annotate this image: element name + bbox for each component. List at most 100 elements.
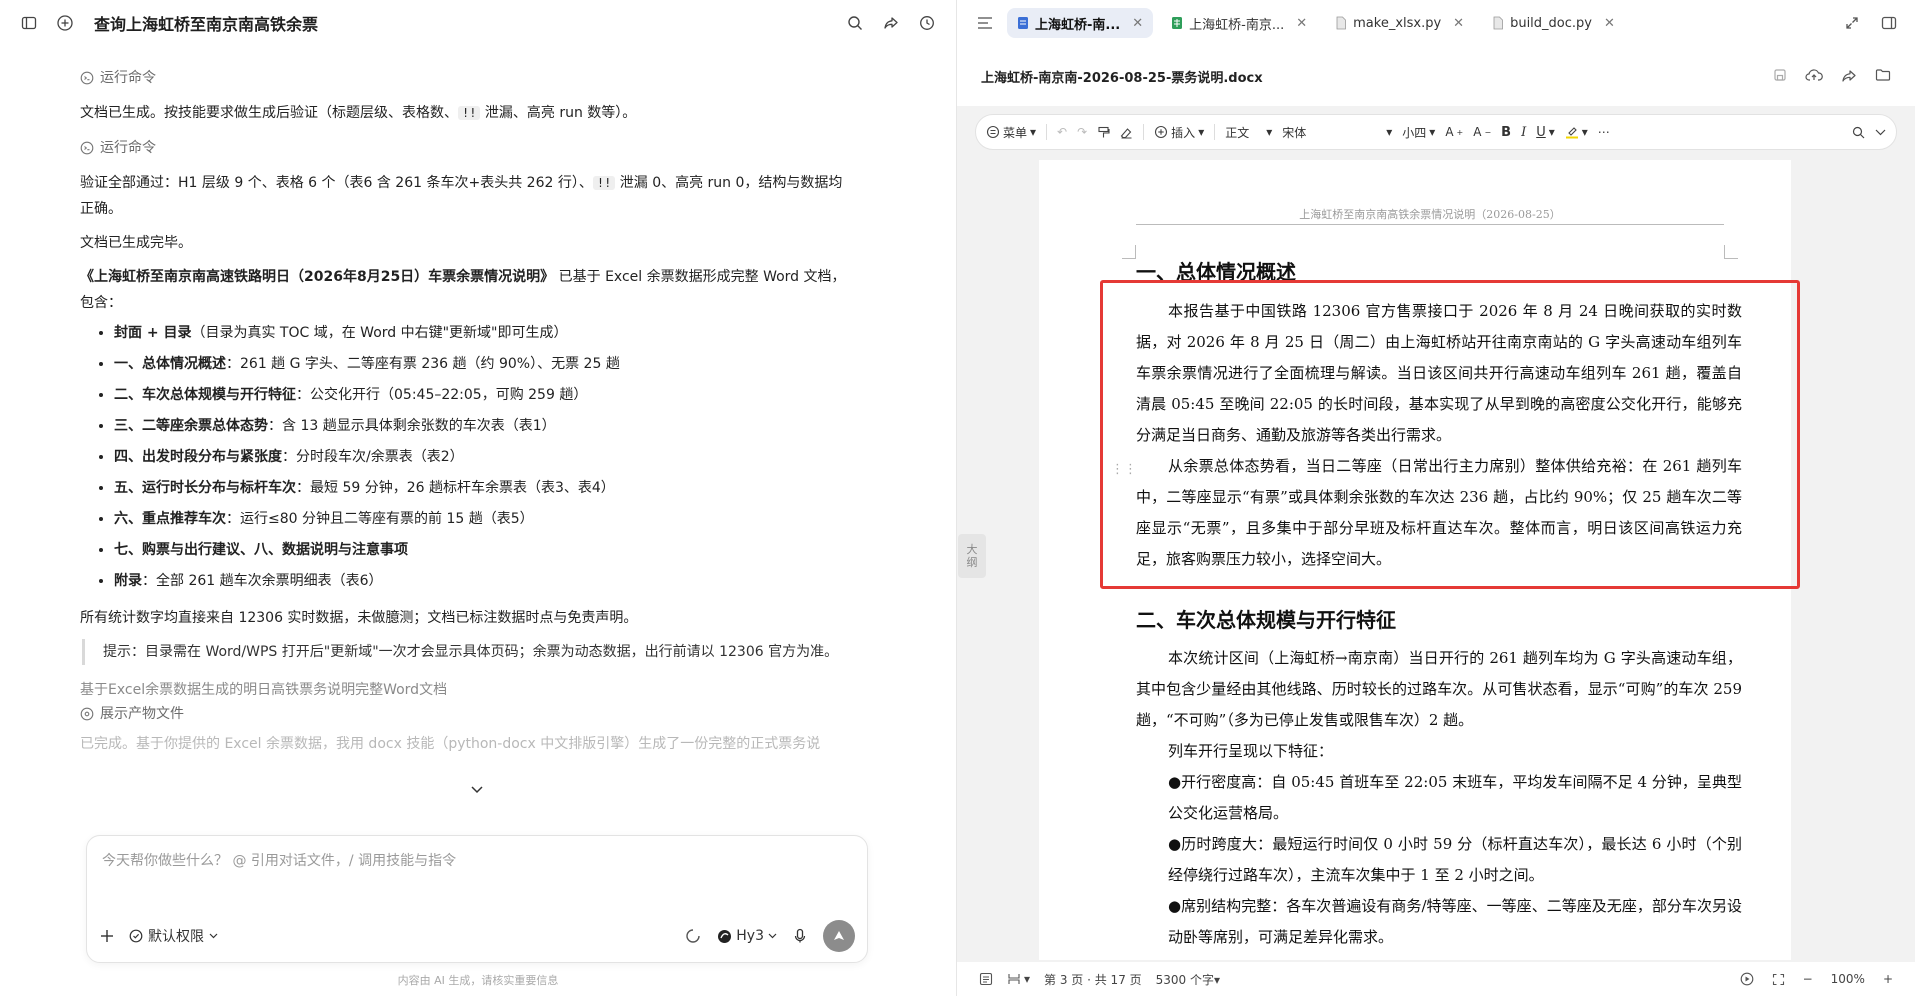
format-painter-icon[interactable]	[1097, 126, 1110, 139]
drag-handle-icon[interactable]: ⋮⋮	[1111, 462, 1137, 477]
deliverable-item: 四、出发时段分布与紧张度：分时段车次/余票表（表2）	[114, 442, 850, 473]
word-count[interactable]: 5300 个字▾	[1156, 971, 1220, 988]
outline-view-icon[interactable]	[979, 972, 993, 986]
decrease-font-icon[interactable]: A −	[1473, 125, 1491, 139]
close-tab-icon[interactable]: ✕	[1296, 16, 1307, 31]
word-count-label: 5300 个字	[1155, 972, 1214, 987]
close-tab-icon[interactable]: ✕	[1453, 16, 1464, 31]
message-paragraph: 验证全部通过：H1 层级 9 个、表格 6 个（表6 含 261 条车次+表头共…	[80, 170, 850, 222]
tab-label: build_doc.py	[1510, 15, 1592, 31]
caret-down-icon: ▾	[1266, 125, 1273, 139]
upload-cloud-icon[interactable]	[1805, 68, 1823, 84]
editor-tab[interactable]: 上海虹桥-南... ✕	[1007, 8, 1154, 38]
document-editor-pane: 上海虹桥-南... ✕ 上海虹桥-南京... ✕ make_xlsx.py ✕ build_…	[957, 0, 1915, 996]
show-output-files-row[interactable]: 展示产物文件	[80, 703, 850, 725]
chat-input-placeholder[interactable]: 今天帮你做些什么？ @ 引用对话文件，/ 调用技能与指令	[102, 850, 456, 870]
expand-icon[interactable]	[1845, 16, 1859, 30]
deliverable-text: ：运行≤80 分钟且二等座有票的前 15 趟（表5）	[226, 511, 534, 527]
page-layout-button[interactable]: ▾	[1007, 972, 1030, 986]
caret-down-icon: ▾	[1581, 125, 1588, 139]
file-icon	[1492, 16, 1504, 30]
message-text: 文档已生成。按技能要求做生成后验证（标题层级、表格数、	[80, 105, 458, 121]
tab-label: 上海虹桥-南...	[1035, 17, 1121, 33]
chevron-down-icon	[209, 933, 218, 939]
doc-icon	[1017, 16, 1029, 30]
highlight-button[interactable]: ▾	[1565, 125, 1588, 139]
heading-section-2: 二、车次总体规模与开行特征	[1136, 608, 1396, 632]
collapse-toolbar-chevron-icon[interactable]	[1875, 129, 1886, 136]
bold-icon[interactable]: B	[1501, 125, 1511, 140]
toolbar-separator	[1046, 124, 1048, 140]
font-family-select[interactable]: 宋体 ▾	[1282, 124, 1392, 141]
deliverable-text: ：公交化开行（05:45–22:05，可购 259 趟）	[296, 387, 588, 403]
new-chat-icon[interactable]	[54, 12, 76, 34]
play-icon[interactable]	[1740, 972, 1754, 986]
style-label: 正文	[1225, 125, 1250, 140]
zoom-in-icon[interactable]: +	[1883, 972, 1893, 986]
scroll-down-chevron-icon[interactable]	[470, 785, 484, 795]
caret-down-icon: ▾	[1198, 125, 1205, 139]
app-window: 查询上海虹桥至南京南高铁余票 运行命令 文档已生成。按技能要求做生成后验证（标题…	[0, 0, 1915, 996]
folder-icon[interactable]	[1875, 68, 1891, 84]
model-selector[interactable]: Hy3	[717, 928, 777, 944]
caret-down-icon: ▾	[1386, 125, 1393, 139]
caret-down-icon: ▾	[1429, 125, 1436, 139]
close-tab-icon[interactable]: ✕	[1604, 16, 1615, 31]
permission-selector[interactable]: 默认权限	[129, 926, 218, 946]
fit-page-icon[interactable]	[1772, 973, 1785, 986]
zoom-out-icon[interactable]: −	[1803, 972, 1813, 986]
deliverable-text: （目录为真实 TOC 域，在 Word 中右键"更新域"即可生成）	[191, 325, 568, 341]
underline-button[interactable]: U ▾	[1536, 125, 1555, 140]
deliverable-heading: 一、总体情况概述	[114, 356, 226, 372]
sidebar-toggle-icon[interactable]	[18, 12, 40, 34]
share-icon[interactable]	[1841, 68, 1857, 84]
chat-input-box[interactable]: 今天帮你做些什么？ @ 引用对话文件，/ 调用技能与指令 默认权限 Hy3	[86, 835, 868, 963]
find-icon[interactable]	[1852, 126, 1865, 139]
editor-tab[interactable]: make_xlsx.py ✕	[1325, 8, 1474, 38]
insert-button[interactable]: 插入 ▾	[1154, 124, 1204, 141]
inline-code: !!	[458, 106, 481, 120]
menu-button[interactable]: 菜单 ▾	[986, 124, 1036, 141]
deliverable-heading: 三、二等座余票总体态势	[114, 418, 268, 434]
increase-font-icon[interactable]: A +	[1445, 125, 1463, 139]
panel-toggle-icon[interactable]	[1881, 16, 1897, 30]
deliverable-heading: 四、出发时段分布与紧张度	[114, 449, 282, 465]
outline-menu-icon[interactable]	[977, 16, 993, 30]
message-paragraph: 文档已生成完毕。	[80, 235, 192, 251]
paragraph-style-select[interactable]: 正文 ▾	[1225, 124, 1272, 141]
microphone-icon[interactable]	[793, 928, 807, 944]
undo-icon[interactable]: ↶	[1057, 125, 1067, 139]
search-icon[interactable]	[844, 12, 866, 34]
more-options-icon[interactable]: ⋯	[1598, 125, 1611, 139]
menu-icon	[986, 125, 1000, 139]
add-attachment-icon[interactable]	[99, 928, 115, 944]
sheet-icon	[1171, 16, 1183, 30]
deliverable-text: ：全部 261 趟车次余票明细表（表6）	[142, 573, 383, 589]
document-title-bar: 上海虹桥-南京南-2026-08-25-票务说明.docx	[957, 46, 1915, 106]
deliverable-item: 六、重点推荐车次：运行≤80 分钟且二等座有票的前 15 趟（表5）	[114, 504, 850, 535]
redo-icon[interactable]: ↷	[1077, 125, 1087, 139]
save-icon[interactable]	[1773, 68, 1787, 84]
italic-icon[interactable]: I	[1521, 125, 1526, 140]
message-text: 泄漏、高亮 run 数等）。	[480, 105, 637, 121]
close-tab-icon[interactable]: ✕	[1132, 16, 1143, 31]
outline-tab-label: 大	[966, 543, 978, 556]
outline-side-tab[interactable]: 大 纲	[958, 534, 986, 578]
deliverable-text: ：最短 59 分钟，26 趟标杆车余票表（表3、表4）	[296, 480, 615, 496]
tab-label: make_xlsx.py	[1353, 15, 1442, 31]
document-page[interactable]: 上海虹桥至南京南高铁余票情况说明（2026-08-25） 一、总体情况概述 本报…	[1039, 160, 1791, 960]
share-icon[interactable]	[880, 12, 902, 34]
status-bar: ▾ 第 3 页 · 共 17 页 5300 个字▾ − 100% +	[957, 962, 1915, 996]
history-icon[interactable]	[916, 12, 938, 34]
font-size-select[interactable]: 小四 ▾	[1402, 124, 1435, 141]
message-paragraph: 所有统计数字均直接来自 12306 实时数据，未做臆测；文档已标注数据时点与免责…	[80, 610, 638, 626]
editor-tab[interactable]: build_doc.py ✕	[1482, 8, 1625, 38]
run-command-row[interactable]: 运行命令	[80, 64, 850, 92]
send-button[interactable]	[823, 920, 855, 952]
chat-messages: 运行命令 文档已生成。按技能要求做生成后验证（标题层级、表格数、!! 泄漏、高亮…	[80, 64, 850, 757]
editor-tab[interactable]: 上海虹桥-南京... ✕	[1161, 8, 1317, 38]
size-label: 小四	[1402, 125, 1427, 140]
eye-icon	[80, 707, 94, 721]
run-command-row[interactable]: 运行命令	[80, 134, 850, 162]
clear-format-icon[interactable]	[1120, 126, 1133, 139]
